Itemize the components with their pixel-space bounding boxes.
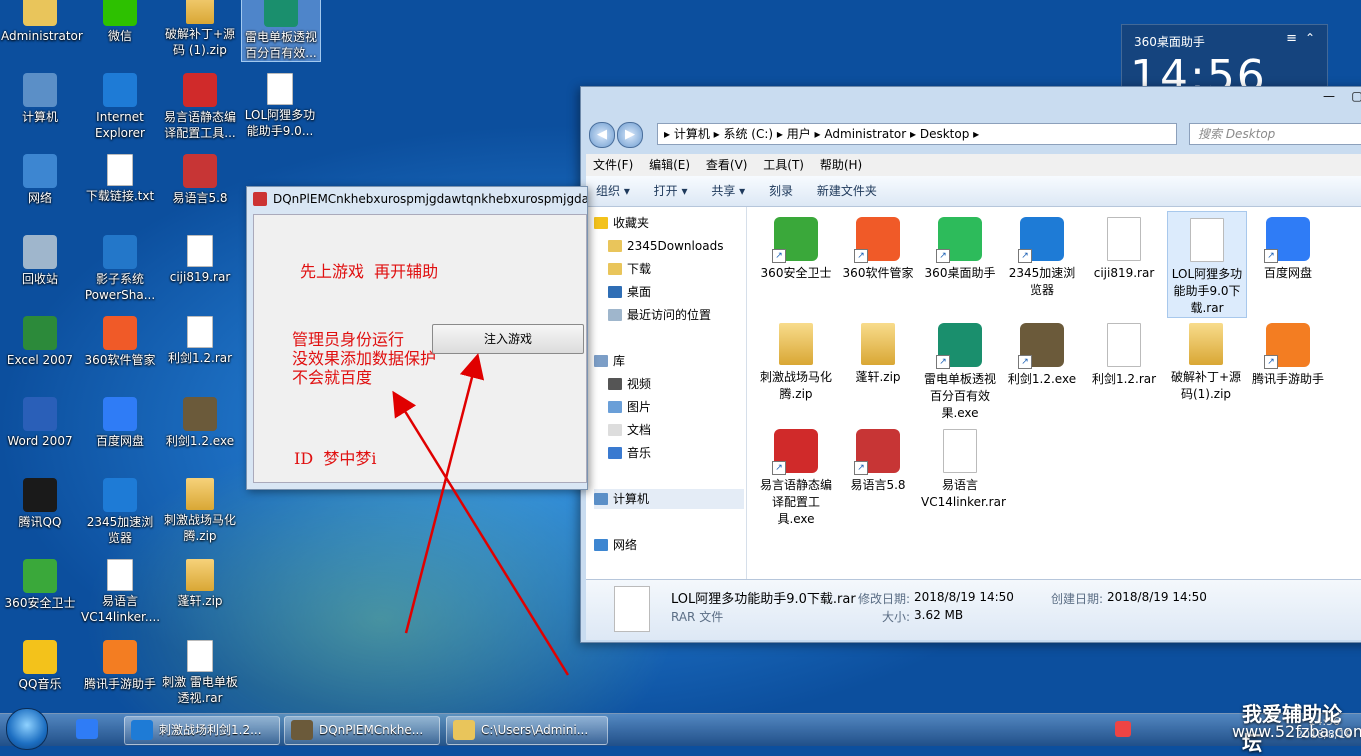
watermark-url: www.52fzba.com bbox=[1232, 722, 1361, 741]
taskbar-item-3[interactable]: C:\Users\Admini... bbox=[446, 716, 608, 745]
folder-icon bbox=[453, 720, 475, 740]
taskbar: 刺激战场利剑1.2... DQnPlEMCnkhe... C:\Users\Ad… bbox=[0, 708, 1361, 750]
taskbar-item-1[interactable]: 刺激战场利剑1.2... bbox=[124, 716, 280, 745]
game-icon bbox=[291, 720, 313, 740]
arrow-line-right bbox=[404, 353, 485, 634]
taskbar-item-2[interactable]: DQnPlEMCnkhe... bbox=[284, 716, 440, 745]
annotation-arrows bbox=[392, 353, 570, 676]
browser-icon bbox=[131, 720, 153, 740]
start-button[interactable] bbox=[6, 708, 48, 750]
ime-icon[interactable] bbox=[1115, 721, 1131, 737]
baidu-icon bbox=[76, 719, 98, 739]
arrow-line-left bbox=[392, 390, 570, 676]
baidu-pinned-icon[interactable] bbox=[70, 716, 110, 743]
